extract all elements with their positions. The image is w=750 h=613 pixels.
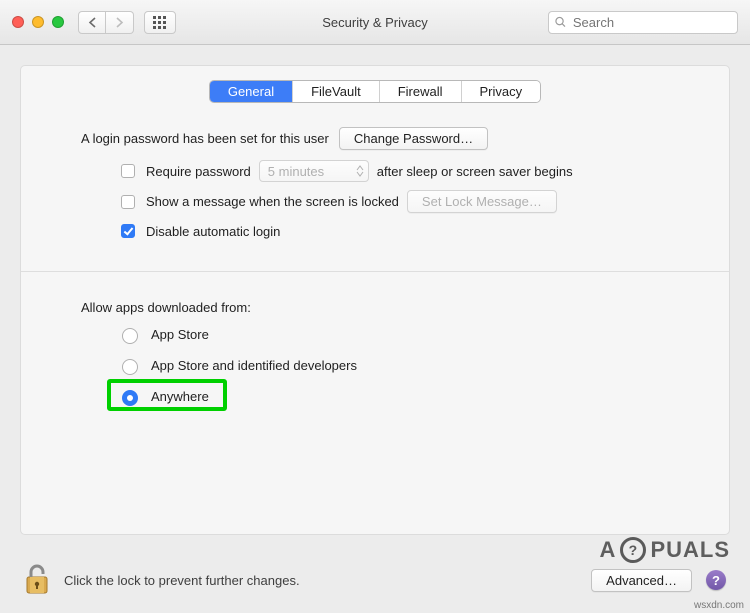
disable-auto-login-label: Disable automatic login [146,224,280,239]
maximize-icon[interactable] [52,16,64,28]
search-input[interactable] [571,14,731,31]
change-password-button[interactable]: Change Password… [339,127,488,150]
radio-anywhere[interactable] [122,390,138,406]
require-password-suffix: after sleep or screen saver begins [377,164,573,179]
disable-auto-login-checkbox[interactable] [121,224,135,238]
radio-anywhere-label: Anywhere [151,389,209,404]
allow-apps-heading: Allow apps downloaded from: [81,300,669,315]
tab-general[interactable]: General [210,81,292,102]
window-controls [12,16,64,28]
show-lock-message-label: Show a message when the screen is locked [146,194,399,209]
require-password-checkbox[interactable] [121,164,135,178]
tab-firewall[interactable]: Firewall [379,81,461,102]
preferences-panel: General FileVault Firewall Privacy A log… [20,65,730,535]
close-icon[interactable] [12,16,24,28]
show-lock-message-checkbox[interactable] [121,195,135,209]
minimize-icon[interactable] [32,16,44,28]
show-all-button[interactable] [144,11,176,34]
tab-bar: General FileVault Firewall Privacy [21,80,729,103]
search-icon [555,16,566,28]
radio-option-anywhere[interactable]: Anywhere [117,387,669,406]
require-password-delay-value: 5 minutes [268,164,324,179]
source-label: wsxdn.com [694,600,744,611]
footer-bar: Click the lock to prevent further change… [0,547,750,613]
help-button[interactable]: ? [706,570,726,590]
lock-icon[interactable] [24,563,50,598]
radio-option-appstore[interactable]: App Store [117,325,669,344]
allow-apps-radiogroup: App Store App Store and identified devel… [117,325,669,406]
radio-identified[interactable] [122,359,138,375]
tab-filevault[interactable]: FileVault [292,81,379,102]
radio-appstore[interactable] [122,328,138,344]
stepper-icon [356,165,364,177]
advanced-button[interactable]: Advanced… [591,569,692,592]
section-divider [21,271,729,272]
nav-buttons [78,11,134,34]
require-password-delay-select[interactable]: 5 minutes [259,160,369,182]
radio-identified-label: App Store and identified developers [151,358,357,373]
search-field[interactable] [548,11,738,34]
login-password-set-label: A login password has been set for this u… [81,131,329,146]
forward-button[interactable] [106,11,134,34]
set-lock-message-button[interactable]: Set Lock Message… [407,190,557,213]
radio-option-identified[interactable]: App Store and identified developers [117,356,669,375]
window-titlebar: Security & Privacy [0,0,750,45]
lock-text: Click the lock to prevent further change… [64,573,300,588]
radio-appstore-label: App Store [151,327,209,342]
require-password-label: Require password [146,164,251,179]
back-button[interactable] [78,11,106,34]
tab-privacy[interactable]: Privacy [461,81,541,102]
